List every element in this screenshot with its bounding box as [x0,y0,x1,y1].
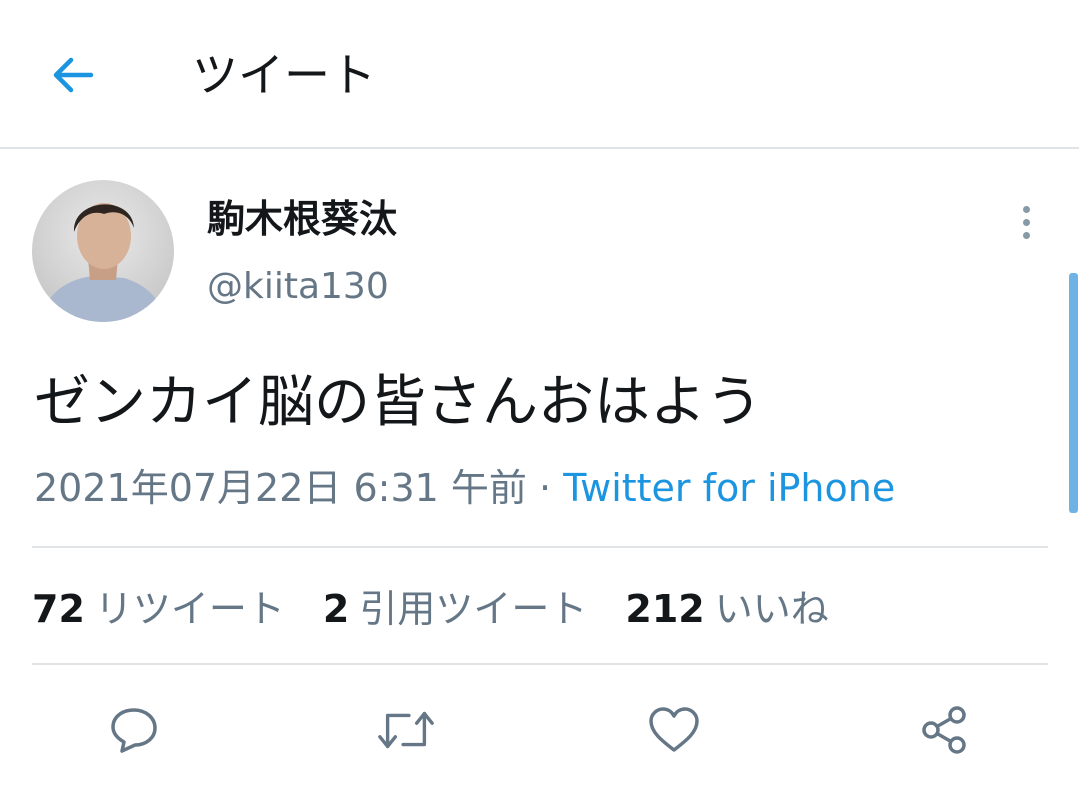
quotes-count: 2 [322,587,350,631]
more-vertical-icon-dot [1022,218,1030,226]
top-bar: ツイート [0,0,1079,149]
divider [32,663,1048,665]
quotes-label: 引用ツイート [359,587,588,631]
share-icon [922,706,966,754]
page-title: ツイート [192,48,376,102]
tweet-timestamp[interactable]: 2021年07月22日 6:31 午前 [34,466,527,510]
divider [32,546,1048,548]
display-name[interactable]: 駒木根葵汰 [207,193,397,245]
retweet-button[interactable] [376,700,436,760]
scrollbar[interactable] [1069,273,1078,513]
like-button[interactable] [644,700,704,760]
reply-icon [111,708,157,753]
share-button[interactable] [914,700,974,760]
quotes-stat[interactable]: 2 引用ツイート [323,583,587,635]
tweet-meta: 2021年07月22日 6:31 午前 · Twitter for iPhone [34,462,895,514]
more-options-button[interactable] [1006,200,1046,244]
retweets-stat[interactable]: 72 リツイート [32,583,285,635]
more-vertical-icon-dot [1022,205,1030,213]
likes-stat[interactable]: 212 いいね [625,583,828,635]
retweet-icon [378,711,434,749]
like-icon [649,707,699,752]
likes-count: 212 [625,587,705,631]
user-handle[interactable]: @kiita130 [207,262,389,312]
meta-separator: · [539,466,552,510]
retweets-label: リツイート [94,587,285,631]
likes-label: いいね [714,587,829,631]
more-vertical-icon-dot [1022,231,1030,239]
avatar-photo [40,203,166,322]
tweet-source-link[interactable]: Twitter for iPhone [563,466,895,510]
tweet-stats: 72 リツイート 2 引用ツイート 212 いいね [32,582,867,636]
reply-button[interactable] [104,700,164,760]
avatar[interactable] [32,180,174,322]
tweet-text: ゼンカイ脳の皆さんおはよう [34,370,762,435]
retweets-count: 72 [32,587,85,631]
back-button[interactable] [42,48,104,102]
arrow-left-icon [53,57,94,93]
